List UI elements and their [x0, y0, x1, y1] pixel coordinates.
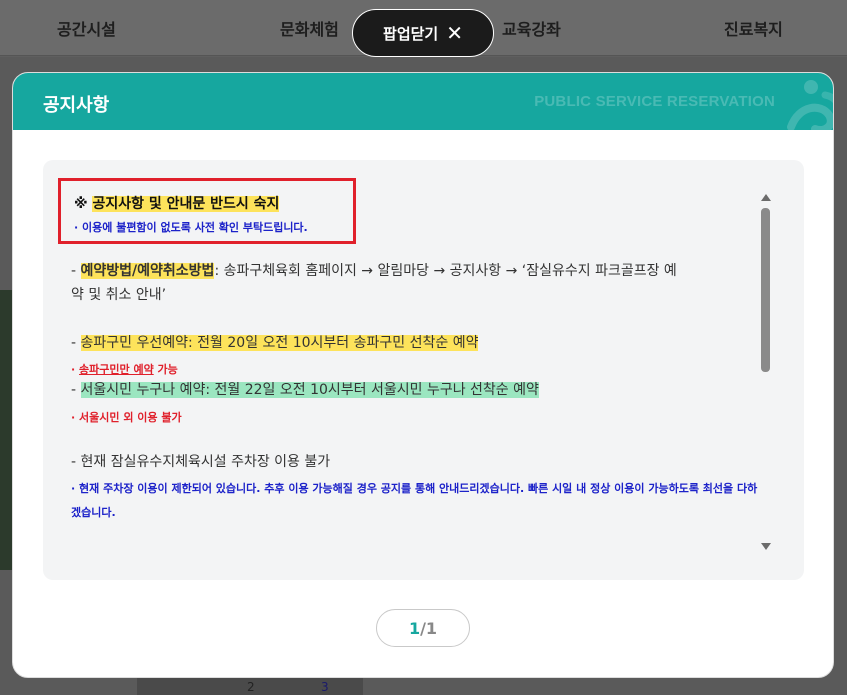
- songpa-dash: -: [71, 335, 81, 351]
- seoul-anyone-text: 서울시민 누구나 예약: 전월 22일 오전 10시부터 서울시민 누구나 선착…: [80, 382, 539, 398]
- pager-total: 1: [425, 618, 438, 638]
- modal-header: 공지사항 PUBLIC SERVICE RESERVATION: [13, 73, 833, 130]
- background-image-strip: [0, 290, 12, 570]
- close-popup-label: 팝업닫기: [383, 24, 439, 43]
- parking-note: · 현재 주차장 이용이 제한되어 있습니다. 추후 이용 가능해질 경우 공지…: [71, 482, 758, 519]
- scroll-down-arrow-icon[interactable]: [761, 543, 771, 550]
- songpa-priority-line: - 송파구민 우선예약: 전월 20일 오전 10시부터 송파구민 선착순 예약: [71, 331, 479, 355]
- seoul-dash: -: [71, 382, 81, 398]
- notice-content-box: ※ 공지사항 및 안내문 반드시 숙지 · 이용에 불편함이 없도록 사전 확인…: [43, 160, 804, 580]
- pager-current: 1: [408, 618, 421, 638]
- notice-title-text: 공지사항 및 안내문 반드시 숙지: [92, 196, 280, 212]
- background-pagination: 2 3: [137, 676, 363, 695]
- songpa-priority-text: 송파구민 우선예약: 전월 20일 오전 10시부터 송파구민 선착순 예약: [80, 335, 479, 351]
- important-notice-title: ※ 공지사항 및 안내문 반드시 숙지: [74, 193, 280, 213]
- modal-watermark: PUBLIC SERVICE RESERVATION: [534, 93, 775, 110]
- scrollbar-thumb[interactable]: [761, 208, 770, 372]
- songpa-note-suffix: 가능: [153, 363, 178, 376]
- notice-prefix: ※: [74, 196, 93, 212]
- seoul-note: · 서울시민 외 이용 불가: [71, 411, 182, 424]
- nav-item-education[interactable]: 교육강좌: [502, 16, 561, 40]
- reservation-method-paragraph: - 예약방법/예약취소방법: 송파구체육회 홈페이지 → 알림마당 → 공지사항…: [71, 259, 761, 307]
- important-notice-subtitle: · 이용에 불편함이 없도록 사전 확인 부탁드립니다.: [74, 221, 308, 234]
- reservation-method-text-2: 약 및 취소 안내’: [71, 287, 167, 303]
- parking-line: - 현재 잠실유수지체육시설 주차장 이용 불가: [71, 454, 331, 470]
- notice-scroll-area[interactable]: ※ 공지사항 및 안내문 반드시 숙지 · 이용에 불편함이 없도록 사전 확인…: [58, 178, 762, 550]
- notice-modal: 공지사항 PUBLIC SERVICE RESERVATION ※ 공지사항 및…: [12, 72, 834, 678]
- reservation-method-dash: -: [71, 263, 81, 279]
- songpa-note-underline: 송파구민만 예약: [79, 363, 154, 376]
- nav-item-space[interactable]: 공간시설: [57, 16, 116, 40]
- background-page-2: 2: [247, 680, 255, 694]
- notice-scrollbar[interactable]: [759, 193, 773, 551]
- seoul-anyone-line: - 서울시민 누구나 예약: 전월 22일 오전 10시부터 서울시민 누구나 …: [71, 378, 539, 402]
- notice-pager[interactable]: 1/1: [376, 609, 470, 647]
- songpa-note-prefix: ·: [71, 363, 80, 376]
- scroll-up-arrow-icon[interactable]: [761, 194, 771, 201]
- nav-item-culture[interactable]: 문화체험: [280, 16, 339, 40]
- close-icon: ✕: [446, 21, 463, 45]
- nav-item-welfare[interactable]: 진료복지: [724, 16, 783, 40]
- close-popup-button[interactable]: 팝업닫기 ✕: [352, 9, 494, 57]
- reservation-method-label: 예약방법/예약취소방법: [80, 263, 215, 279]
- background-page-3: 3: [321, 680, 329, 694]
- reservation-method-text: : 송파구체육회 홈페이지 → 알림마당 → 공지사항 → ‘잠실유수지 파크골…: [214, 263, 677, 279]
- modal-title: 공지사항: [43, 95, 110, 116]
- decorative-swirl-icon: [787, 80, 833, 130]
- important-notice-box: ※ 공지사항 및 안내문 반드시 숙지 · 이용에 불편함이 없도록 사전 확인…: [58, 178, 356, 244]
- songpa-note: · 송파구민만 예약 가능: [71, 361, 178, 377]
